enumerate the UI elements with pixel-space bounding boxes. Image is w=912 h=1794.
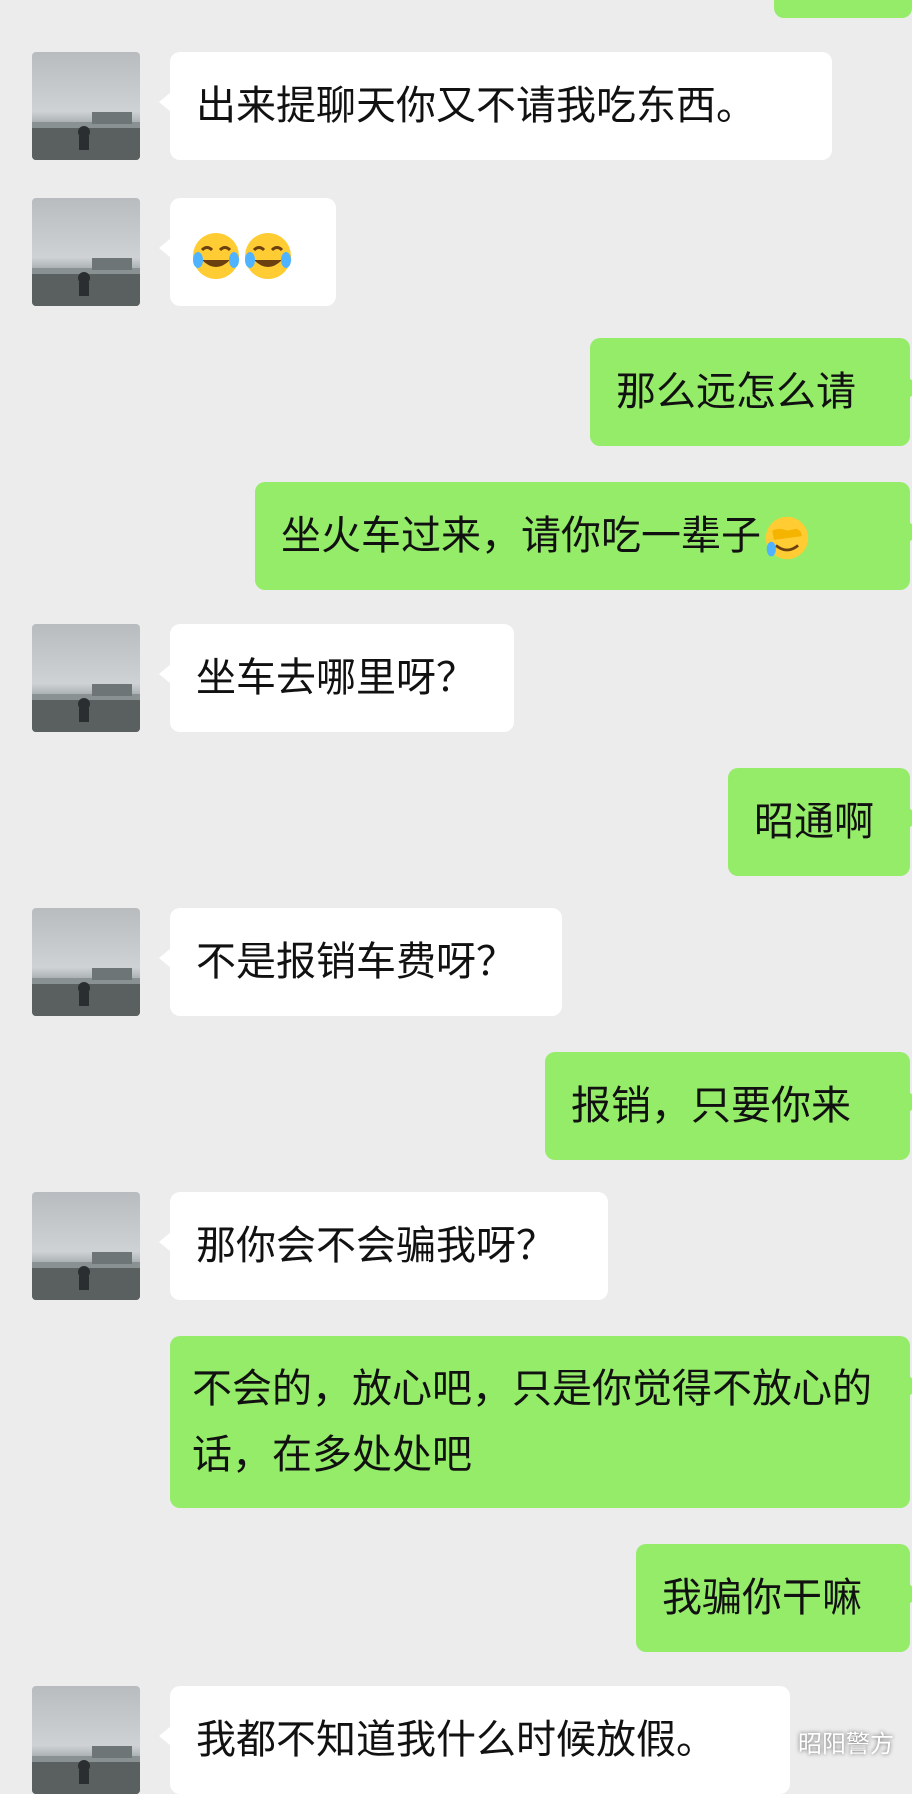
tears-of-joy-icon (245, 233, 291, 279)
message-bubble[interactable]: 不是报销车费呀？ (159, 908, 562, 1016)
tears-of-joy-icon (193, 233, 239, 279)
message-bubble[interactable] (159, 198, 336, 306)
contact-avatar[interactable] (32, 1686, 140, 1794)
message-bubble[interactable]: 我都不知道我什么时候放假。 (159, 1686, 790, 1794)
message-bubble[interactable]: 出来提聊天你又不请我吃东西。 (159, 52, 832, 160)
message-bubble[interactable]: 昭通啊 (728, 768, 912, 876)
contact-avatar[interactable] (32, 1192, 140, 1300)
message-bubble[interactable]: 坐车去哪里呀？ (159, 624, 514, 732)
message-text: 那你会不会骗我呀？ (196, 1223, 556, 1269)
message-bubble[interactable]: 那你会不会骗我呀？ (159, 1192, 608, 1300)
message-text: 那么远怎么请 (616, 369, 856, 415)
facepalm-laugh-icon (765, 516, 809, 560)
contact-avatar[interactable] (32, 624, 140, 732)
chat-area: 出来提聊天你又不请我吃东西。 那么远怎么请 坐火车过来，请你吃一辈子 坐车去哪里… (0, 0, 912, 1794)
watermark-text: 昭阳警方 (798, 1730, 894, 1758)
message-text: 我骗你干嘛 (662, 1575, 862, 1621)
message-text: 我都不知道我什么时候放假。 (196, 1717, 716, 1763)
previous-message-bubble[interactable] (774, 0, 912, 18)
contact-avatar[interactable] (32, 198, 140, 306)
message-bubble[interactable]: 我骗你干嘛 (636, 1544, 912, 1652)
message-text: 坐车去哪里呀？ (196, 655, 476, 701)
message-text: 坐火车过来，请你吃一辈子 (281, 513, 761, 559)
message-bubble[interactable]: 不会的，放心吧，只是你觉得不放心的话，在多处处吧 (170, 1336, 912, 1508)
message-bubble[interactable]: 坐火车过来，请你吃一辈子 (255, 482, 912, 590)
contact-avatar[interactable] (32, 908, 140, 1016)
watermark: 昭阳警方 (762, 1724, 894, 1759)
message-text: 不是报销车费呀？ (196, 939, 516, 985)
message-text: 报销，只要你来 (571, 1083, 851, 1129)
message-text: 出来提聊天你又不请我吃东西。 (196, 83, 756, 129)
message-bubble[interactable]: 那么远怎么请 (590, 338, 912, 446)
contact-avatar[interactable] (32, 52, 140, 160)
message-text: 昭通啊 (754, 799, 874, 845)
message-bubble[interactable]: 报销，只要你来 (545, 1052, 912, 1160)
message-text: 不会的，放心吧，只是你觉得不放心的话，在多处处吧 (192, 1366, 872, 1478)
wechat-official-account-icon (763, 1728, 789, 1755)
